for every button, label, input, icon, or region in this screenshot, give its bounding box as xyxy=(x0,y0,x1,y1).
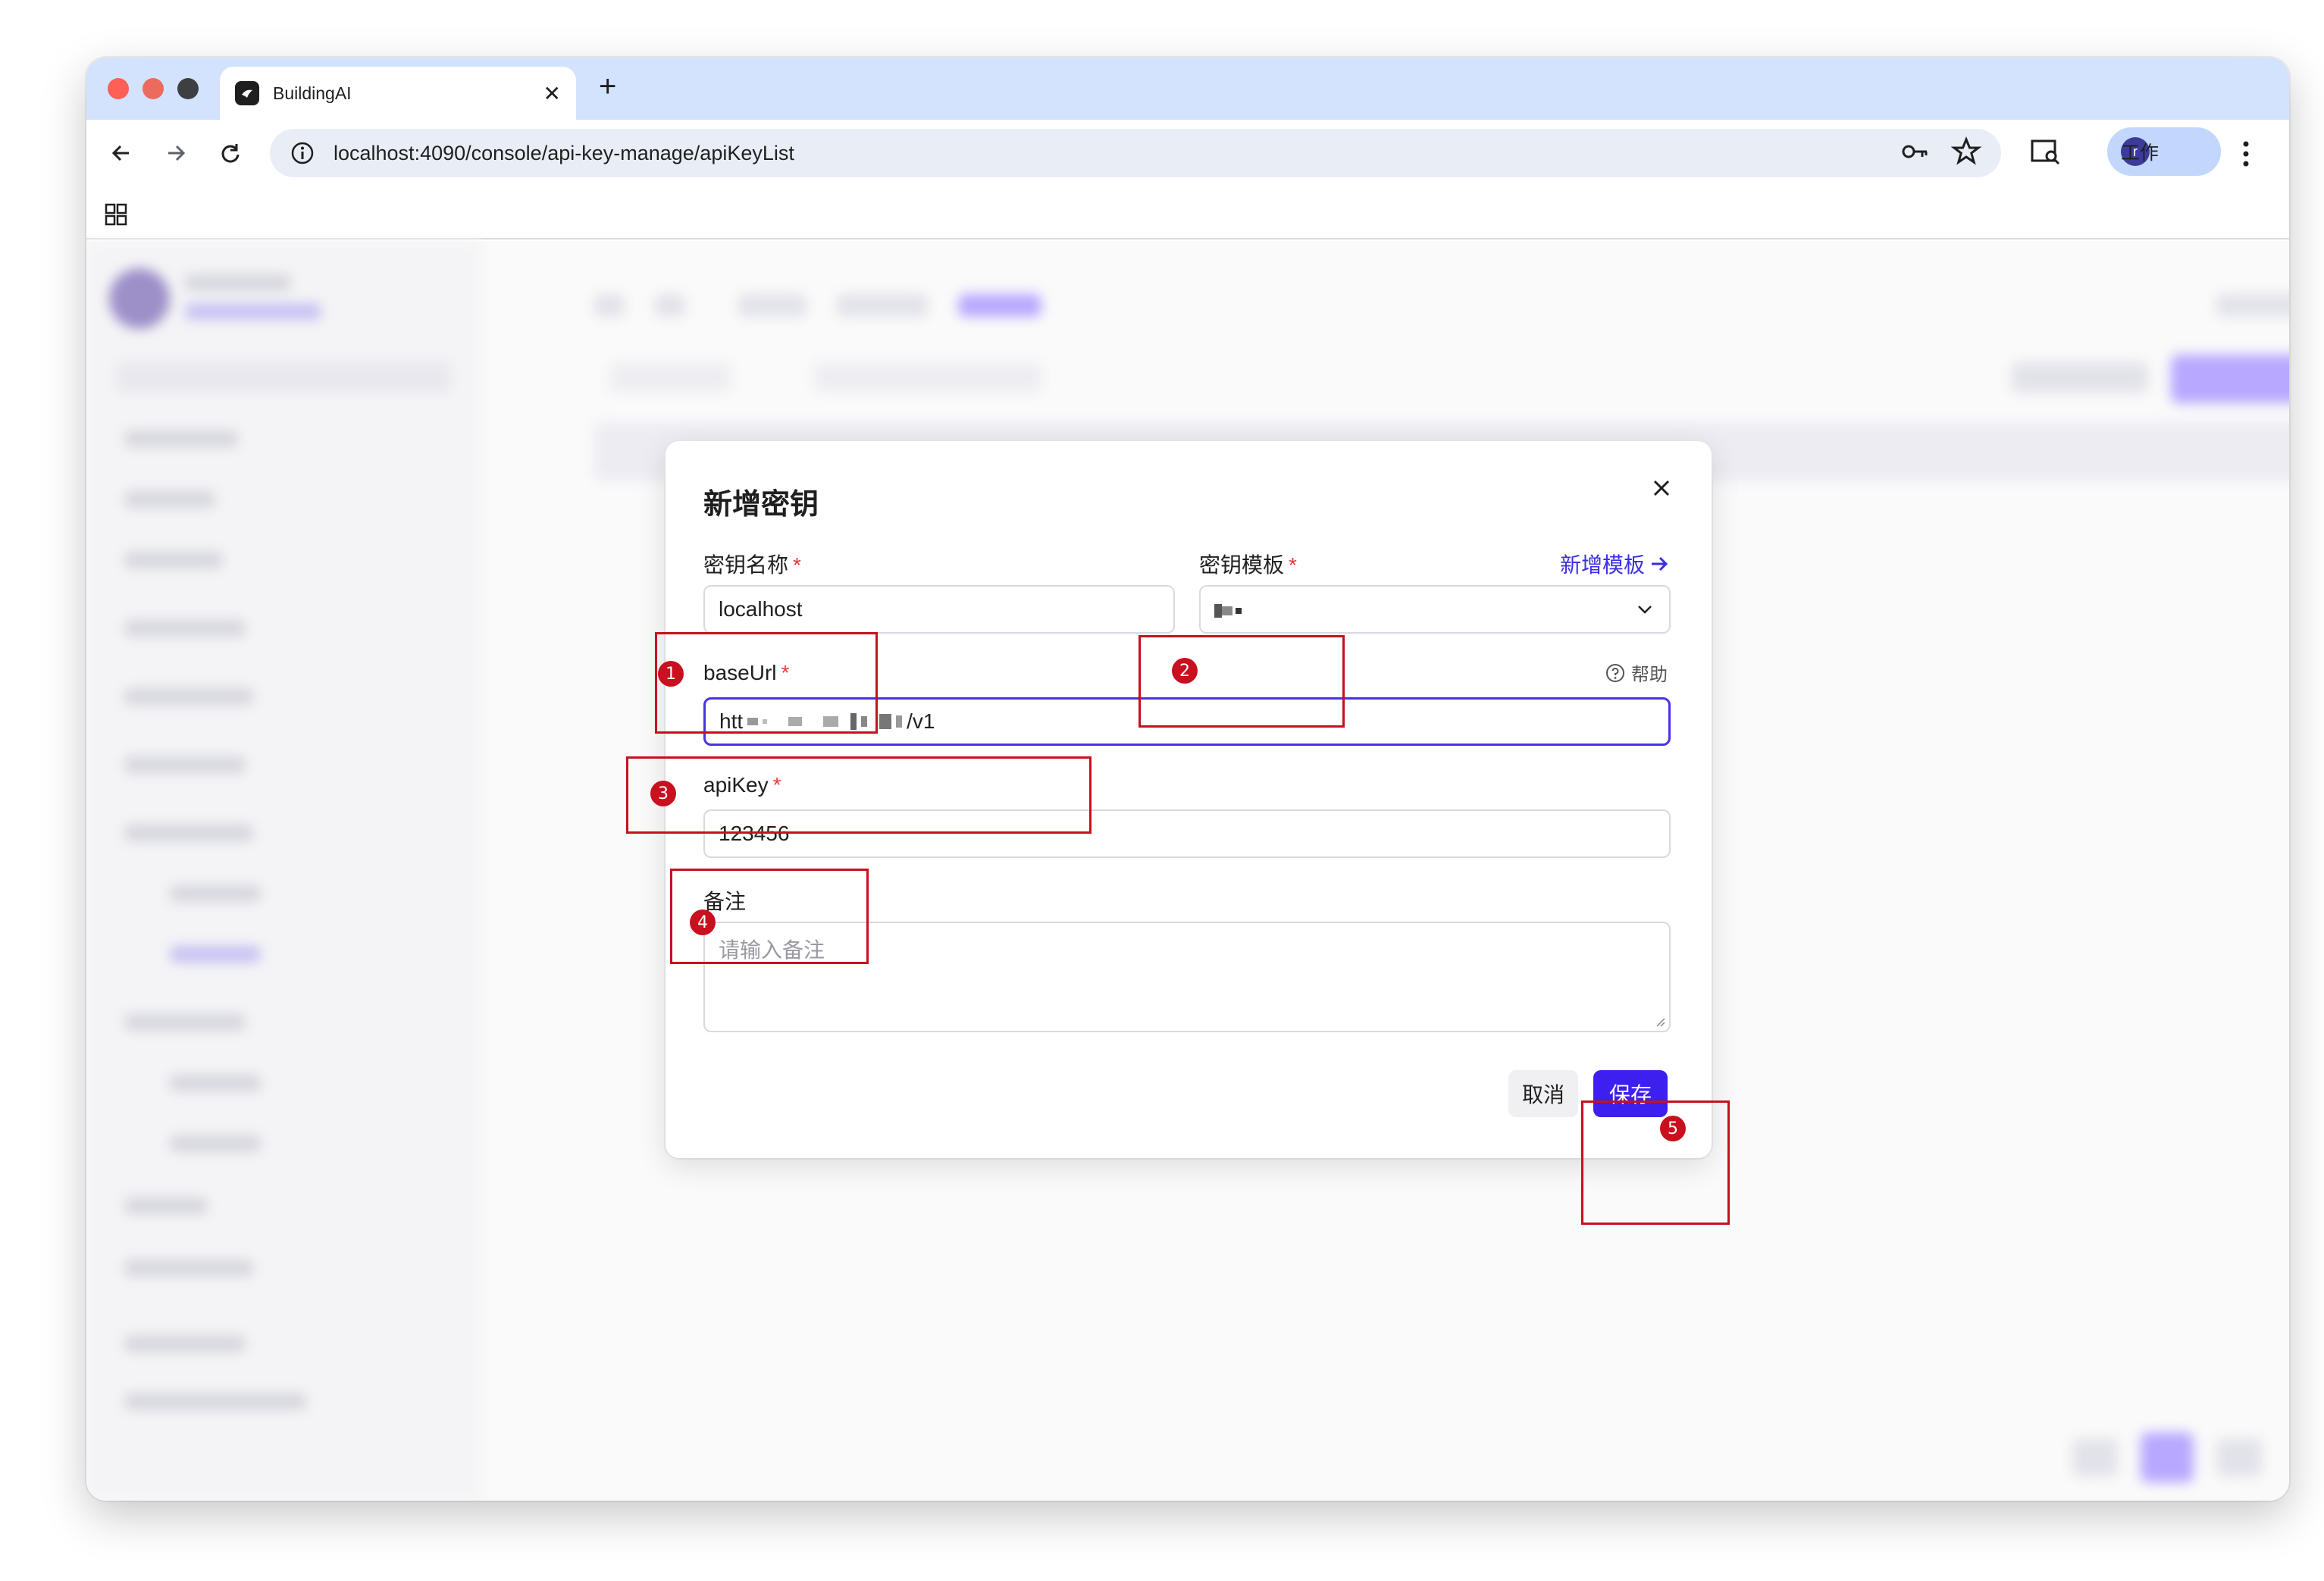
key-template-selected-value-obscured xyxy=(1214,597,1242,621)
base-url-value-suffix: /v1 xyxy=(907,709,935,733)
profile-label: 工作 xyxy=(2121,142,2160,164)
resize-handle-icon xyxy=(1656,1018,1665,1027)
tab-close-icon[interactable]: ✕ xyxy=(543,81,561,106)
window-maximize-button[interactable] xyxy=(177,78,199,99)
arrow-right-icon xyxy=(168,145,186,161)
tab-buildingai[interactable]: BuildingAI ✕ xyxy=(220,67,576,120)
annotation-box-3 xyxy=(626,756,1092,834)
address-bar[interactable]: localhost:4090/console/api-key-manage/ap… xyxy=(270,129,2001,177)
browser-toolbar: localhost:4090/console/api-key-manage/ap… xyxy=(86,120,2289,186)
annotation-badge-5: 5 xyxy=(1660,1116,1686,1141)
app-favicon-icon xyxy=(235,81,259,105)
back-button[interactable] xyxy=(106,138,136,168)
key-template-select[interactable] xyxy=(1199,585,1671,634)
chevron-down-icon xyxy=(1638,606,1652,614)
key-name-value: localhost xyxy=(719,597,803,621)
annotation-badge-2: 2 xyxy=(1172,658,1198,684)
url-text: localhost:4090/console/api-key-manage/ap… xyxy=(334,141,794,164)
password-key-icon[interactable] xyxy=(1900,136,1930,171)
question-circle-icon xyxy=(1606,663,1624,682)
help-link[interactable]: 帮助 xyxy=(1605,659,1668,686)
tab-search-icon[interactable] xyxy=(2030,136,2062,171)
window-minimize-button[interactable] xyxy=(143,78,164,99)
window-close-button[interactable] xyxy=(108,78,129,99)
dialog-close-button[interactable] xyxy=(1651,477,1672,502)
arrow-left-icon xyxy=(111,145,129,161)
page-content: 新增密钥 密钥名称 * localhost 密钥模板 * 新增模板 baseUr… xyxy=(86,241,2289,1501)
cancel-button[interactable]: 取消 xyxy=(1508,1070,1578,1117)
browser-window: BuildingAI ✕ + localhost:4090/console/ap… xyxy=(86,58,2289,1501)
tab-title: BuildingAI xyxy=(273,83,352,103)
new-template-link[interactable]: 新增模板 xyxy=(1560,549,1669,579)
bookmark-bar xyxy=(86,186,2289,239)
annotation-badge-1: 1 xyxy=(658,661,684,687)
close-icon xyxy=(1653,480,1670,496)
profile-button[interactable]: r 工作 xyxy=(2107,127,2221,176)
bookmark-star-icon[interactable] xyxy=(1950,136,1982,171)
site-info-icon xyxy=(291,142,314,164)
sidebar-avatar xyxy=(109,268,170,329)
annotation-box-2 xyxy=(1139,635,1345,728)
forward-button[interactable] xyxy=(161,138,191,168)
more-menu-icon[interactable] xyxy=(2241,139,2251,172)
sidebar-blurred xyxy=(86,241,481,1501)
annotation-box-1 xyxy=(655,632,878,734)
tab-strip: BuildingAI ✕ + xyxy=(86,58,2289,120)
apps-grid-icon[interactable] xyxy=(105,203,127,230)
reload-button[interactable] xyxy=(215,138,246,168)
annotation-box-5 xyxy=(1581,1100,1730,1225)
reload-icon xyxy=(221,144,240,163)
annotation-badge-4: 4 xyxy=(690,909,716,935)
key-name-label: 密钥名称 * xyxy=(703,553,801,577)
dialog-title: 新增密钥 xyxy=(703,489,819,521)
key-name-input[interactable]: localhost xyxy=(703,585,1175,634)
annotation-badge-3: 3 xyxy=(650,781,676,806)
new-tab-button[interactable]: + xyxy=(599,70,616,104)
arrow-right-icon xyxy=(1652,556,1668,571)
key-template-label: 密钥模板 * xyxy=(1199,553,1297,577)
